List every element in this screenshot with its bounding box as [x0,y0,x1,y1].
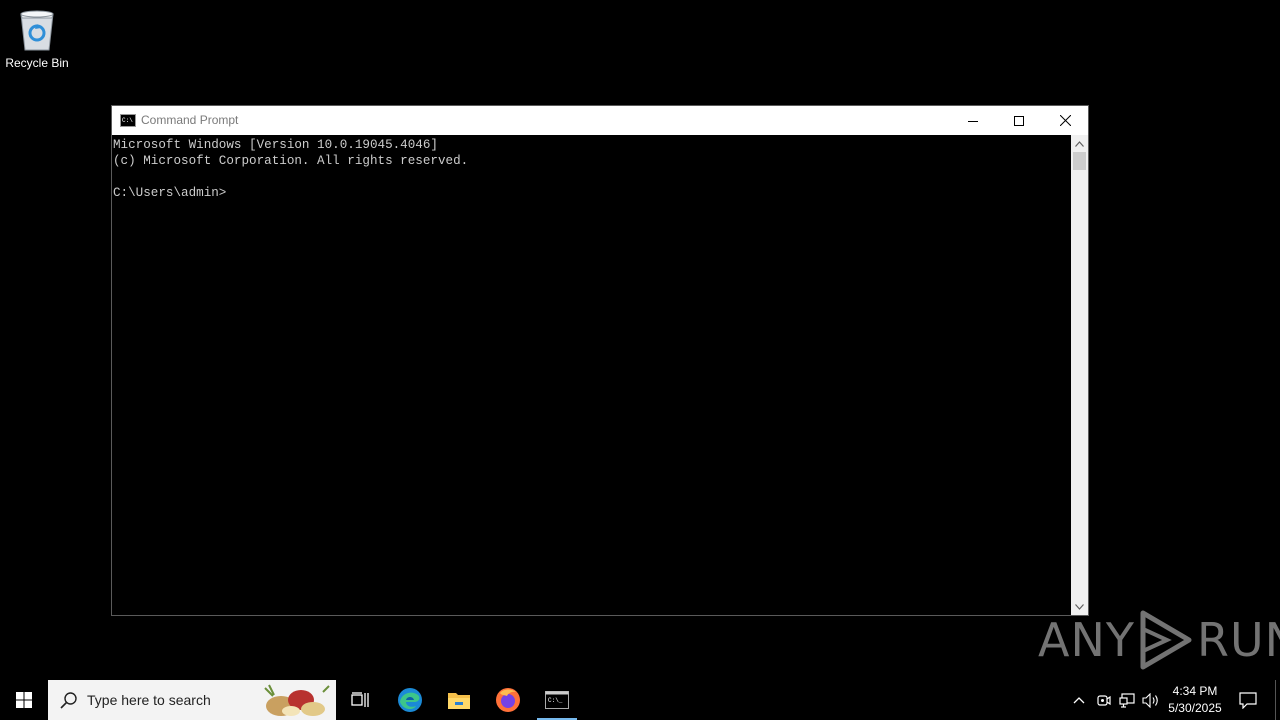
console-prompt: C:\Users\admin> [113,186,227,200]
tray-network[interactable] [1116,680,1138,720]
clock-date: 5/30/2025 [1168,701,1222,715]
recycle-bin-shortcut[interactable]: Recycle Bin [2,6,72,70]
minimize-icon [968,120,978,122]
search-icon [60,692,77,709]
svg-text:C:\_: C:\_ [548,697,563,704]
tray-meet-now[interactable] [1092,680,1114,720]
maximize-icon [1014,115,1024,126]
recycle-bin-icon [20,10,54,51]
title-bar[interactable]: C:\ Command Prompt [112,106,1088,135]
chevron-up-icon [1073,697,1085,704]
notification-icon [1239,691,1257,709]
command-prompt-window[interactable]: C:\ Command Prompt Microsoft Windows [Ve… [111,105,1089,616]
svg-text:C:\: C:\ [122,117,133,124]
vertical-scrollbar[interactable] [1071,135,1088,615]
watermark-run: RUN [1196,613,1280,667]
action-center-button[interactable] [1232,680,1264,720]
window-title: Command Prompt [141,113,239,127]
scroll-thumb[interactable] [1073,152,1086,170]
chevron-up-icon [1075,140,1084,147]
edge-browser-icon [398,688,422,712]
firefox-icon [496,688,520,712]
console-line: (c) Microsoft Corporation. All rights re… [113,154,469,168]
windows-logo-icon [16,692,32,708]
volume-icon [1142,692,1158,708]
tray-volume[interactable] [1140,680,1162,720]
task-view-icon [351,692,369,707]
minimize-button[interactable] [950,106,996,135]
taskbar: Type here to search C:\_ 4:34 PM 5/30/20… [0,680,1280,720]
search-highlight-potatoes-image [264,684,330,716]
scroll-up-button[interactable] [1071,135,1088,152]
command-prompt-icon: C:\_ [545,691,569,709]
maximize-button[interactable] [996,106,1042,135]
show-desktop-button[interactable] [1275,680,1280,720]
network-icon [1119,692,1135,708]
taskbar-edge[interactable] [386,680,434,720]
taskbar-search-box[interactable]: Type here to search [48,680,336,720]
console-output[interactable]: Microsoft Windows [Version 10.0.19045.40… [112,135,1072,615]
clock-time: 4:34 PM [1172,684,1218,698]
search-placeholder: Type here to search [87,692,211,708]
recycle-bin-label: Recycle Bin [5,56,69,70]
taskbar-file-explorer[interactable] [435,680,483,720]
start-button[interactable] [0,680,48,720]
play-logo-icon [1140,610,1192,670]
meet-now-icon [1096,694,1111,706]
taskbar-firefox[interactable] [484,680,532,720]
close-icon [1059,115,1071,126]
close-button[interactable] [1042,106,1088,135]
cmd-app-icon: C:\ [120,114,136,132]
anyrun-watermark: ANY RUN [1038,608,1280,672]
show-hidden-icons-button[interactable] [1068,680,1090,720]
watermark-any: ANY [1038,613,1135,667]
folder-icon [448,693,470,709]
console-line: Microsoft Windows [Version 10.0.19045.40… [113,138,438,152]
taskbar-command-prompt[interactable]: C:\_ [533,680,581,720]
task-view-button[interactable] [336,680,384,720]
taskbar-clock[interactable]: 4:34 PM 5/30/2025 [1162,683,1228,717]
